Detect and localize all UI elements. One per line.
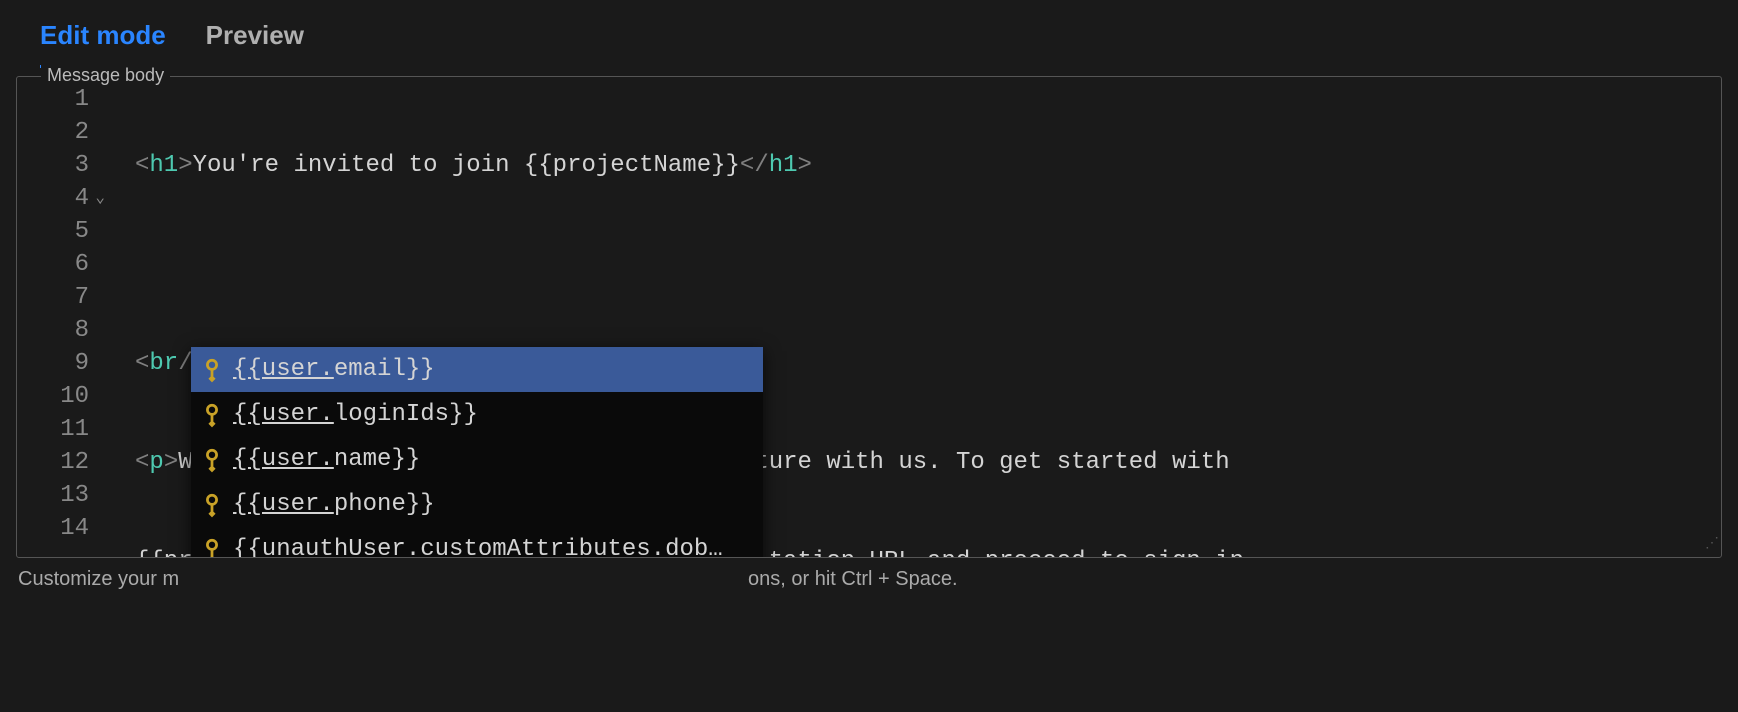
autocomplete-item[interactable]: {{user.name}} [191, 437, 763, 482]
line-number: 2 [17, 116, 89, 149]
autocomplete-item[interactable]: {{user.loginIds}} [191, 392, 763, 437]
line-number: 14 [17, 512, 89, 545]
autocomplete-label: {{user.name}} [233, 443, 420, 476]
line-number: 9 [17, 347, 89, 380]
line-number: 5 [17, 215, 89, 248]
key-icon [196, 399, 227, 430]
autocomplete-popup: {{user.email}} {{user.loginIds}} {{user.… [191, 347, 763, 557]
line-number: 8 [17, 314, 89, 347]
line-number: 7 [17, 281, 89, 314]
code-line: <h1>You're invited to join {{projectName… [135, 149, 1721, 182]
key-icon [196, 489, 227, 520]
message-body-editor: Message body 1 2 3 4 5 6 7 8 9 10 11 12 … [16, 76, 1722, 558]
autocomplete-item[interactable]: {{user.phone}} [191, 482, 763, 527]
editor-hint: Customize your m ons, or hit Ctrl + Space… [0, 558, 1738, 591]
editor-hint-right: ons, or hit Ctrl + Space. [748, 568, 958, 591]
editor-hint-left: Customize your m [18, 568, 179, 590]
line-number: 6 [17, 248, 89, 281]
key-icon [196, 444, 227, 475]
line-number: 13 [17, 479, 89, 512]
line-number: 11 [17, 413, 89, 446]
line-number: 10 [17, 380, 89, 413]
key-icon [196, 354, 227, 385]
line-number-gutter: 1 2 3 4 5 6 7 8 9 10 11 12 13 14 [17, 83, 107, 557]
key-icon [196, 534, 227, 557]
code-line [135, 248, 1721, 281]
line-number: 3 [17, 149, 89, 182]
code-editor[interactable]: 1 2 3 4 5 6 7 8 9 10 11 12 13 14 <h1>You… [17, 77, 1721, 557]
line-number: 12 [17, 446, 89, 479]
autocomplete-item[interactable]: {{user.email}} [191, 347, 763, 392]
autocomplete-label: {{user.phone}} [233, 488, 435, 521]
autocomplete-label: {{user.loginIds}} [233, 398, 478, 431]
autocomplete-item[interactable]: {{unauthUser.customAttributes.dob… [191, 527, 763, 557]
tab-preview[interactable]: Preview [206, 20, 304, 68]
tab-edit-mode[interactable]: Edit mode [40, 20, 166, 68]
autocomplete-label: {{user.email}} [233, 353, 435, 386]
tabs-bar: Edit mode Preview [0, 0, 1738, 68]
autocomplete-label: {{unauthUser.customAttributes.dob… [233, 533, 723, 557]
line-number: 4 [17, 182, 89, 215]
line-number: 1 [17, 83, 89, 116]
